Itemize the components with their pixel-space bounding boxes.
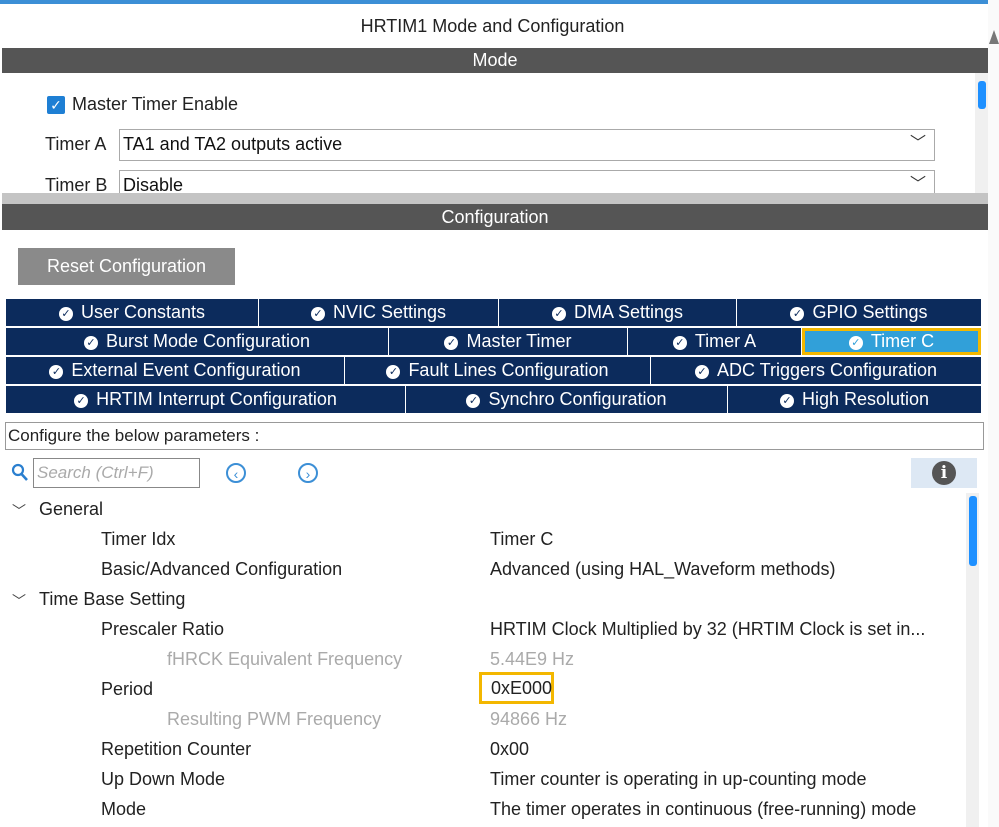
mode-panel: ✓ Master Timer Enable Timer A TA1 and TA… bbox=[2, 73, 988, 193]
timer-b-label: Timer B bbox=[45, 175, 107, 193]
check-circle-icon: ✓ bbox=[74, 394, 88, 408]
outer-scrollbar[interactable] bbox=[988, 0, 999, 827]
param-value[interactable]: Timer counter is operating in up-countin… bbox=[490, 764, 867, 794]
check-circle-icon: ✓ bbox=[673, 336, 687, 350]
param-value[interactable]: HRTIM Clock Multiplied by 32 (HRTIM Cloc… bbox=[490, 614, 966, 644]
tab-dma-settings[interactable]: ✓DMA Settings bbox=[499, 299, 737, 326]
param-name: Period bbox=[101, 674, 153, 704]
check-circle-icon: ✓ bbox=[790, 307, 804, 321]
param-name: Basic/Advanced Configuration bbox=[101, 554, 342, 584]
timer-a-select[interactable]: TA1 and TA2 outputs active ﹀ bbox=[119, 129, 935, 161]
tab-hrtim-interrupt-configuration[interactable]: ✓HRTIM Interrupt Configuration bbox=[6, 386, 406, 413]
param-name: Timer Idx bbox=[101, 524, 175, 554]
tab-gpio-settings[interactable]: ✓GPIO Settings bbox=[737, 299, 981, 326]
tab-master-timer[interactable]: ✓Master Timer bbox=[389, 328, 628, 355]
tab-row-2: ✓Burst Mode Configuration ✓Master Timer … bbox=[6, 328, 981, 355]
tab-external-event-configuration[interactable]: ✓External Event Configuration bbox=[6, 357, 345, 384]
tab-timer-a[interactable]: ✓Timer A bbox=[628, 328, 802, 355]
section-time-base-setting[interactable]: Time Base Setting bbox=[39, 584, 185, 614]
period-value[interactable]: 0xE000 bbox=[479, 672, 554, 704]
check-circle-icon: ✓ bbox=[49, 365, 63, 379]
param-name: fHRCK Equivalent Frequency bbox=[167, 644, 402, 674]
param-name: Repetition Counter bbox=[101, 734, 251, 764]
chevron-right-circle-icon[interactable]: › bbox=[298, 463, 318, 483]
timer-b-value: Disable bbox=[123, 175, 183, 193]
timer-b-select[interactable]: Disable ﹀ bbox=[119, 170, 935, 193]
param-value: 94866 Hz bbox=[490, 704, 567, 734]
tab-row-3: ✓External Event Configuration ✓Fault Lin… bbox=[6, 357, 981, 384]
outer-scroll-arrow-up-icon[interactable] bbox=[989, 30, 999, 44]
check-circle-icon: ✓ bbox=[59, 307, 73, 321]
window-title: HRTIM1 Mode and Configuration bbox=[0, 4, 985, 48]
tab-fault-lines-configuration[interactable]: ✓Fault Lines Configuration bbox=[345, 357, 651, 384]
tab-synchro-configuration[interactable]: ✓Synchro Configuration bbox=[406, 386, 728, 413]
search-input[interactable]: Search (Ctrl+F) bbox=[33, 458, 200, 488]
timer-a-label: Timer A bbox=[45, 134, 106, 155]
parameter-scroll-thumb[interactable] bbox=[969, 496, 977, 566]
check-circle-icon: ✓ bbox=[780, 394, 794, 408]
parameter-scrollbar[interactable] bbox=[966, 493, 979, 827]
section-general[interactable]: General bbox=[39, 494, 103, 524]
tab-high-resolution[interactable]: ✓High Resolution bbox=[728, 386, 981, 413]
timer-a-value: TA1 and TA2 outputs active bbox=[123, 134, 342, 154]
param-value[interactable]: 0x00 bbox=[490, 734, 529, 764]
check-circle-icon: ✓ bbox=[444, 336, 458, 350]
splitter[interactable] bbox=[2, 193, 988, 204]
chevron-left-circle-icon[interactable]: ‹ bbox=[226, 463, 246, 483]
check-circle-icon: ✓ bbox=[386, 365, 400, 379]
chevron-down-icon[interactable]: ﹀ bbox=[12, 501, 26, 521]
mode-scroll-thumb[interactable] bbox=[978, 81, 986, 109]
parameter-tree: ﹀ General Timer Idx Timer C Basic/Advanc… bbox=[0, 493, 966, 827]
tab-row-4: ✓HRTIM Interrupt Configuration ✓Synchro … bbox=[6, 386, 981, 413]
param-value[interactable]: Timer C bbox=[490, 524, 553, 554]
check-circle-icon: ✓ bbox=[849, 336, 863, 350]
chevron-down-icon: ﹀ bbox=[910, 130, 926, 158]
search-icon bbox=[11, 463, 29, 483]
info-icon[interactable]: i bbox=[932, 461, 956, 485]
check-circle-icon: ✓ bbox=[466, 394, 480, 408]
param-name: Up Down Mode bbox=[101, 764, 225, 794]
param-value: 5.44E9 Hz bbox=[490, 644, 574, 674]
tab-row-1: ✓User Constants ✓NVIC Settings ✓DMA Sett… bbox=[6, 299, 981, 326]
check-circle-icon: ✓ bbox=[311, 307, 325, 321]
tab-nvic-settings[interactable]: ✓NVIC Settings bbox=[259, 299, 499, 326]
chevron-down-icon: ﹀ bbox=[910, 171, 926, 193]
configuration-header: Configuration bbox=[2, 204, 988, 230]
param-value[interactable]: Advanced (using HAL_Waveform methods) bbox=[490, 554, 836, 584]
mode-scrollbar[interactable] bbox=[975, 73, 988, 193]
master-timer-enable-label: Master Timer Enable bbox=[72, 94, 238, 115]
mode-header: Mode bbox=[2, 48, 988, 73]
reset-configuration-button[interactable]: Reset Configuration bbox=[18, 248, 235, 285]
param-value[interactable]: The timer operates in continuous (free-r… bbox=[490, 794, 916, 824]
configure-description: Configure the below parameters : bbox=[5, 422, 984, 450]
check-circle-icon: ✓ bbox=[552, 307, 566, 321]
param-name: Mode bbox=[101, 794, 146, 824]
chevron-down-icon[interactable]: ﹀ bbox=[12, 591, 26, 611]
tab-adc-triggers-configuration[interactable]: ✓ADC Triggers Configuration bbox=[651, 357, 981, 384]
tab-timer-c[interactable]: ✓Timer C bbox=[802, 328, 981, 355]
check-circle-icon: ✓ bbox=[84, 336, 98, 350]
master-timer-enable-checkbox[interactable]: ✓ bbox=[47, 96, 65, 114]
param-name: Prescaler Ratio bbox=[101, 614, 224, 644]
tab-user-constants[interactable]: ✓User Constants bbox=[6, 299, 259, 326]
tab-burst-mode-configuration[interactable]: ✓Burst Mode Configuration bbox=[6, 328, 389, 355]
check-circle-icon: ✓ bbox=[695, 365, 709, 379]
param-name: Resulting PWM Frequency bbox=[167, 704, 381, 734]
